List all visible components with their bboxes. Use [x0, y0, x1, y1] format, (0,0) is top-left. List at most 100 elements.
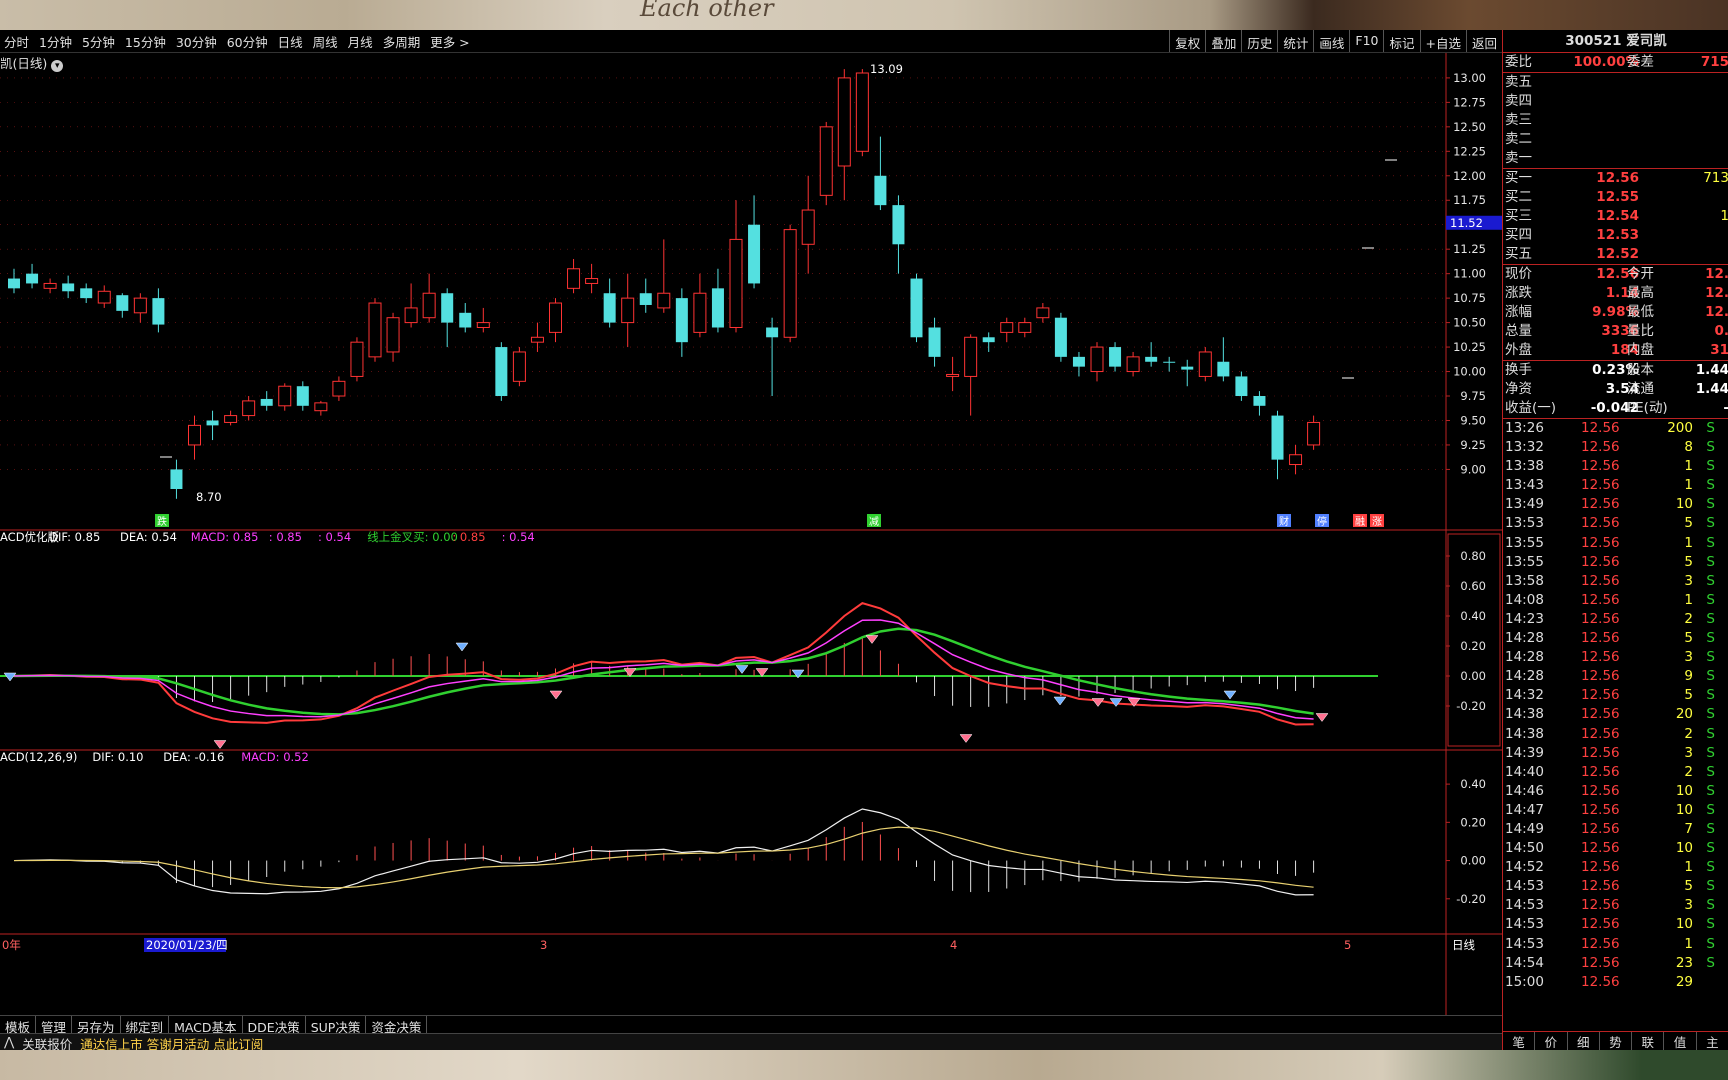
indicator-tab[interactable]: 资金决策: [366, 1016, 428, 1035]
indicator-tab[interactable]: 另存为: [72, 1016, 121, 1035]
tick-row: 13:49 12.56 10 S: [1503, 495, 1728, 514]
tick-time: 14:38: [1505, 706, 1544, 723]
macd1-axis-label: 0.60: [1460, 579, 1486, 593]
indicator2-header-dif_label: DIF: 0.10: [92, 750, 143, 764]
macd1-signal-diamond: [959, 734, 973, 743]
toolbar-button[interactable]: 叠加: [1205, 30, 1241, 52]
tick-side: S: [1706, 878, 1715, 895]
tick-row: 13:58 12.56 3 S: [1503, 572, 1728, 591]
candle-body: [874, 175, 887, 206]
date-axis-label: 2020/01/23/四: [146, 938, 228, 952]
period-tab[interactable]: 5分钟: [82, 32, 115, 51]
status-promo[interactable]: 通达信上市 答谢月活动 点此订阅: [76, 1034, 267, 1052]
toolbar-button[interactable]: 历史: [1241, 30, 1277, 52]
tick-row: 14:53 12.56 1 S: [1503, 935, 1728, 954]
tick-volume: 2: [1684, 763, 1693, 780]
wallpaper-text: Each other: [640, 0, 774, 22]
tick-volume: 3: [1684, 572, 1693, 589]
candle-body: [675, 298, 688, 343]
indicator-tab[interactable]: DDE决策: [243, 1016, 306, 1035]
candle-body: [1109, 347, 1122, 367]
tick-time: 14:53: [1505, 916, 1544, 933]
tick-volume: 1: [1684, 935, 1693, 952]
candle-body: [1253, 396, 1266, 406]
toolbar-button[interactable]: 返回: [1465, 30, 1502, 52]
tick-time: 14:54: [1505, 954, 1544, 971]
toolbar-button[interactable]: F10: [1349, 30, 1383, 52]
tick-side: S: [1706, 553, 1715, 570]
status-linked-quotes[interactable]: 关联报价: [18, 1034, 76, 1052]
expand-icon[interactable]: ⋀: [0, 1034, 18, 1051]
weibi-row: 委比 100.00% 委差 715: [1503, 53, 1728, 73]
stat-label: 内盘: [1627, 342, 1654, 358]
period-tab[interactable]: 60分钟: [227, 32, 268, 51]
stat-label: 净资: [1505, 381, 1532, 397]
indicator-tab[interactable]: MACD基本: [169, 1016, 243, 1035]
stock-title[interactable]: 300521 爱司凯: [1503, 30, 1728, 53]
indicator-tab[interactable]: 模板: [0, 1016, 37, 1035]
candle-body: [1036, 307, 1050, 319]
price-axis-label: 10.50: [1453, 316, 1486, 330]
period-tab[interactable]: 日线: [278, 32, 303, 51]
toolbar-button[interactable]: 复权: [1169, 30, 1205, 52]
toolbar-button[interactable]: +自选: [1419, 30, 1466, 52]
tick-price: 12.56: [1581, 591, 1620, 608]
quote-panel-tab[interactable]: 联: [1632, 1032, 1665, 1050]
toolbar-button[interactable]: 标记: [1383, 30, 1419, 52]
quote-panel-tab[interactable]: 细: [1568, 1032, 1600, 1050]
candle-body: [116, 295, 129, 311]
tick-time: 14:53: [1505, 878, 1544, 895]
period-tab[interactable]: 1分钟: [39, 32, 72, 51]
stat-value: 12.: [1705, 304, 1728, 320]
quote-panel-tab[interactable]: 主: [1697, 1032, 1728, 1050]
macd1-signal-diamond: [213, 740, 227, 749]
tick-time: 14:28: [1505, 630, 1544, 647]
candle-body: [783, 229, 797, 338]
tick-time: 13:43: [1505, 477, 1544, 494]
indicator-tab[interactable]: 管理: [36, 1016, 73, 1035]
period-tab[interactable]: 分时: [4, 32, 29, 51]
price-axis-label: 9.50: [1460, 413, 1486, 427]
tick-price: 12.56: [1581, 897, 1620, 914]
quote-panel-tab[interactable]: 值: [1664, 1032, 1697, 1050]
tick-row: 13:32 12.56 8 S: [1503, 438, 1728, 457]
period-tab[interactable]: 月线: [348, 32, 373, 51]
candle-body: [476, 322, 490, 328]
period-tab[interactable]: 15分钟: [125, 32, 166, 51]
quote-panel-tab[interactable]: 势: [1600, 1032, 1633, 1050]
chart-area[interactable]: 13.0012.7512.5012.2512.0011.7511.5011.25…: [0, 53, 1502, 1015]
stat-value: 12.: [1705, 266, 1728, 282]
indicator1-header-v2: : 0.54: [318, 530, 351, 544]
buy-level-label: 买四: [1505, 227, 1532, 243]
tick-side: S: [1706, 763, 1715, 780]
candle-body: [206, 420, 219, 426]
period-tab[interactable]: 更多 >: [430, 32, 469, 51]
tick-price: 12.56: [1581, 973, 1620, 990]
indicator1-header-v3: : 0.85: [452, 530, 485, 544]
period-tab[interactable]: 周线: [313, 32, 338, 51]
toolbar-button[interactable]: 统计: [1277, 30, 1313, 52]
period-tab[interactable]: 30分钟: [176, 32, 217, 51]
indicator-tab[interactable]: SUP决策: [306, 1016, 367, 1035]
macd1-signal-diamond: [1223, 690, 1237, 700]
toolbar-button[interactable]: 画线: [1313, 30, 1349, 52]
macd2-axis-label: 0.00: [1460, 854, 1486, 868]
tick-row: 14:46 12.56 10 S: [1503, 782, 1728, 801]
buy-level-price: 12.56: [1596, 170, 1639, 186]
period-tab[interactable]: 多周期: [383, 32, 421, 51]
quote-panel-tab[interactable]: 笔: [1503, 1032, 1536, 1050]
date-axis-label: 3: [540, 938, 547, 952]
quote-panel-tab[interactable]: 价: [1535, 1032, 1568, 1050]
indicator-tab[interactable]: 绑定到: [121, 1016, 170, 1035]
tick-side: S: [1706, 897, 1715, 914]
buy-level-label: 买五: [1505, 246, 1532, 262]
tick-row: 14:32 12.56 5 S: [1503, 686, 1728, 705]
buy-level-label: 买一: [1505, 170, 1532, 186]
tick-price: 12.56: [1581, 820, 1620, 837]
tick-price: 12.56: [1581, 744, 1620, 761]
tick-price: 12.56: [1581, 954, 1620, 971]
tick-side: S: [1706, 572, 1715, 589]
tick-row: 15:00 12.56 29: [1503, 973, 1728, 992]
tick-side: S: [1706, 782, 1715, 799]
tick-row: 14:49 12.56 7 S: [1503, 820, 1728, 839]
